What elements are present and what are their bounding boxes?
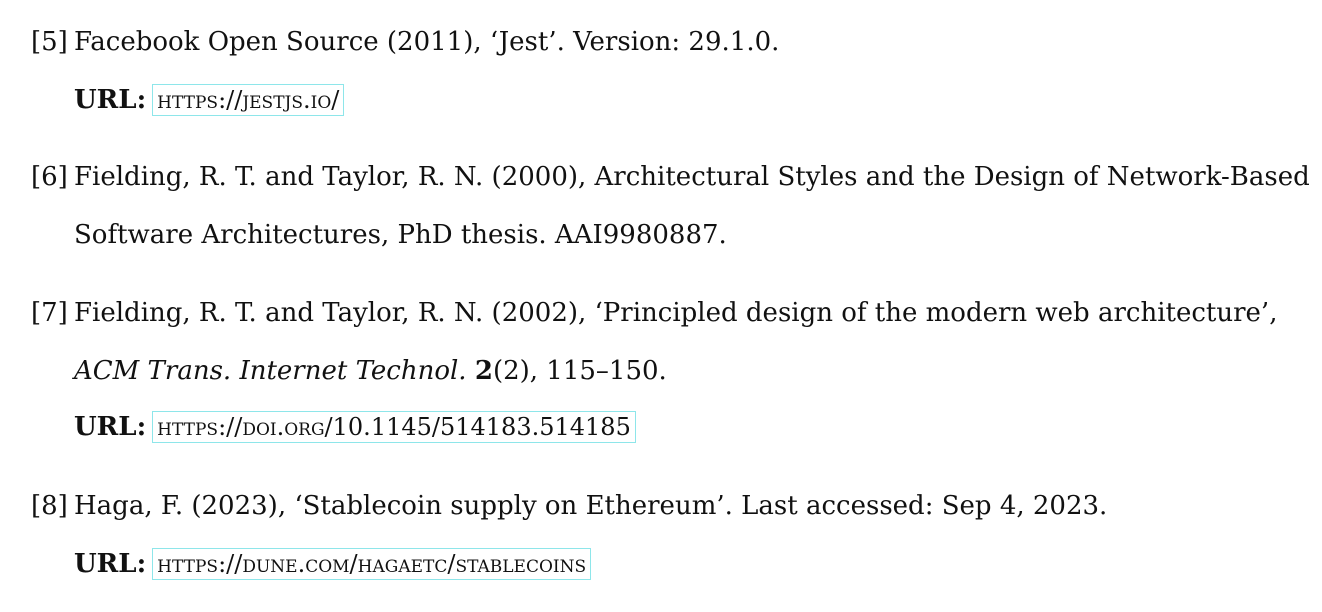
ref-url-line: URL: https://jestjs.io/: [74, 84, 345, 116]
ref-text-continued: Software Architectures, PhD thesis. AAI9…: [74, 220, 727, 250]
url-link[interactable]: https://jestjs.io/: [152, 84, 345, 116]
ref-url-line: URL: https://doi.org/10.1145/514183.51418…: [74, 411, 636, 443]
ref-text: Fielding, R. T. and Taylor, R. N. (2002)…: [74, 298, 1278, 328]
url-link[interactable]: https://dune.com/hagaetc/stablecoins: [152, 548, 592, 580]
ref-url-line: URL: https://dune.com/hagaetc/stablecoins: [74, 548, 592, 580]
ref-text: Haga, F. (2023), ‘Stablecoin supply on E…: [74, 491, 1108, 521]
ref-text: Fielding, R. T. and Taylor, R. N. (2000)…: [74, 162, 1310, 192]
ref-number: [8]: [31, 491, 68, 521]
ref-number: [6]: [31, 162, 68, 192]
ref-journal-line: ACM Trans. Internet Technol. 2(2), 115–1…: [74, 355, 667, 387]
ref-number: [7]: [31, 298, 68, 328]
url-label: URL:: [74, 85, 147, 115]
url-label: URL:: [74, 412, 147, 442]
reference-list: [5] Facebook Open Source (2011), ‘Jest’.…: [0, 0, 1322, 612]
journal-name: ACM Trans. Internet Technol.: [74, 356, 467, 386]
journal-volume: 2: [474, 356, 493, 386]
url-label: URL:: [74, 549, 147, 579]
journal-issue-pages: (2), 115–150.: [492, 356, 667, 386]
url-link[interactable]: https://doi.org/10.1145/514183.514185: [152, 411, 636, 443]
ref-text: Facebook Open Source (2011), ‘Jest’. Ver…: [74, 27, 780, 57]
ref-number: [5]: [31, 27, 68, 57]
